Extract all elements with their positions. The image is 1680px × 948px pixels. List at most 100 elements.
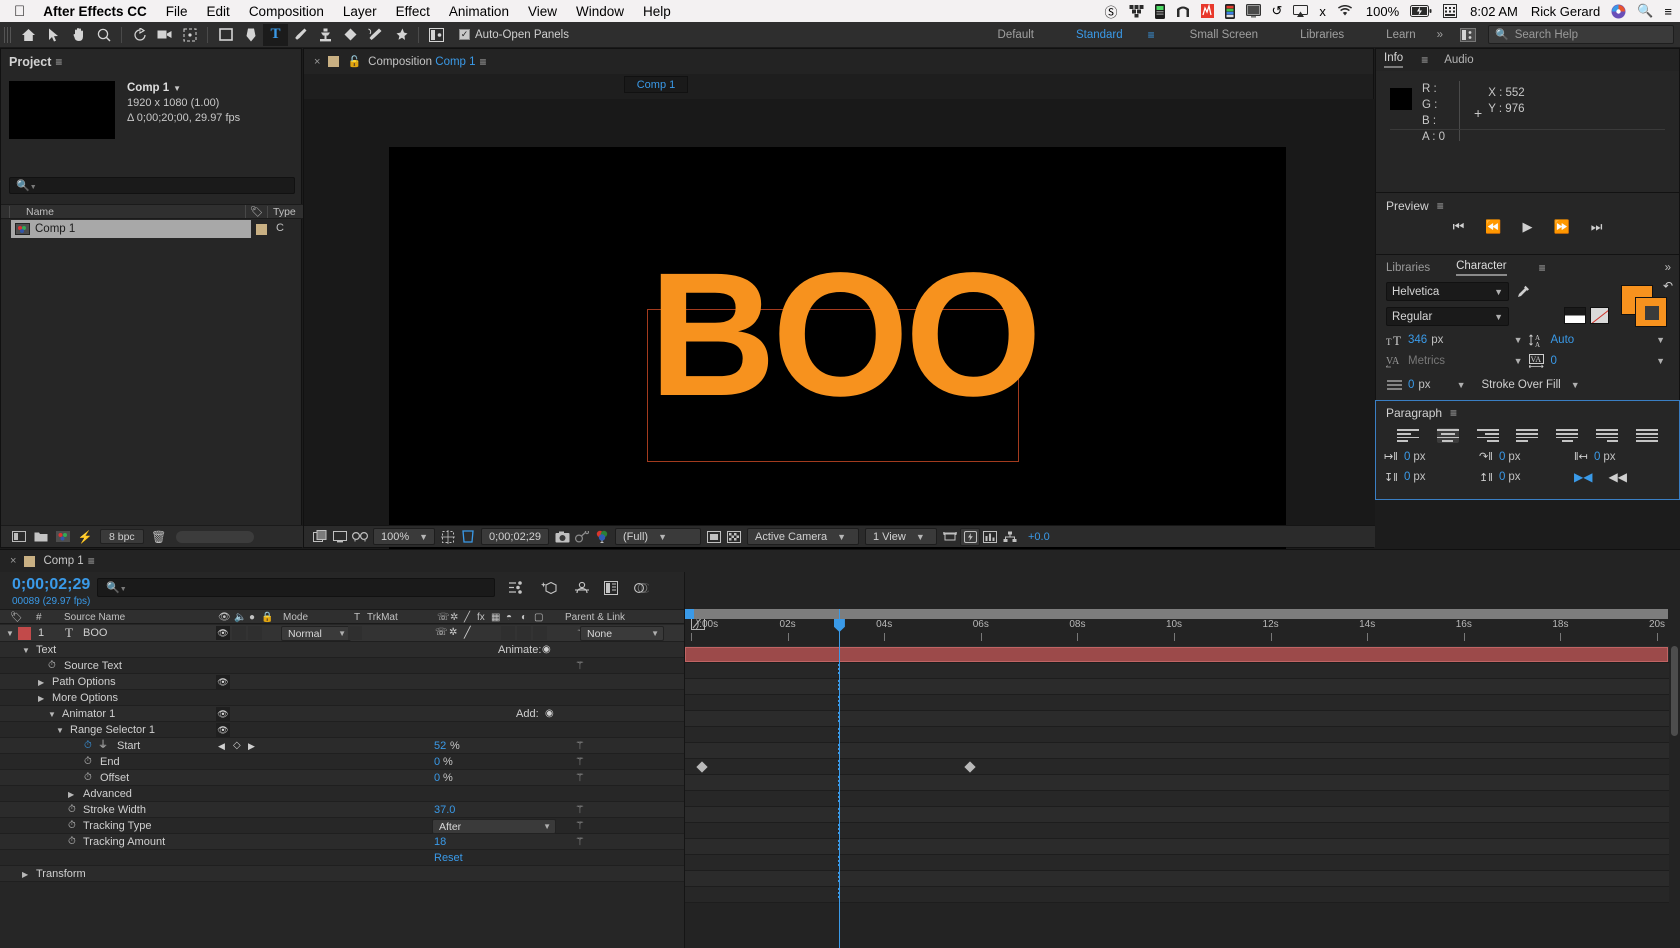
- motion-blur-icon[interactable]: [630, 578, 652, 597]
- keyframe-row[interactable]: [685, 695, 1680, 711]
- first-frame-button[interactable]: ⏮: [1453, 219, 1465, 235]
- keyframe-row[interactable]: [685, 679, 1680, 695]
- keyframe-row[interactable]: [685, 759, 1680, 775]
- space-before-control[interactable]: ↧‖ 0 px: [1384, 470, 1479, 484]
- workspace-small-screen[interactable]: Small Screen: [1190, 29, 1258, 41]
- panel-overflow-icon[interactable]: »: [1665, 262, 1671, 274]
- expression-pickwhip-icon[interactable]: ⚚: [575, 834, 585, 850]
- project-settings-icon[interactable]: ⚡: [74, 528, 96, 546]
- keyframe-row[interactable]: [685, 887, 1680, 903]
- close-icon[interactable]: ×: [314, 56, 320, 68]
- clone-stamp-tool-icon[interactable]: [313, 24, 338, 46]
- tracking-amount-stopwatch-icon[interactable]: ⏱: [68, 834, 76, 850]
- menu-layer[interactable]: Layer: [343, 4, 377, 19]
- transparency-grid-icon[interactable]: [724, 528, 744, 546]
- brush-tool-icon[interactable]: [288, 24, 313, 46]
- property-row-transform[interactable]: ▶ Transform: [0, 866, 684, 882]
- chevron-down-icon[interactable]: ▼: [1514, 356, 1523, 366]
- selection-tool-icon[interactable]: [41, 24, 66, 46]
- menu-animation[interactable]: Animation: [449, 4, 509, 19]
- layer-parent-select[interactable]: None ▼: [580, 626, 664, 641]
- last-frame-button[interactable]: ⏭: [1591, 219, 1603, 235]
- keyframe-row[interactable]: [685, 727, 1680, 743]
- keyframe-toggle-button[interactable]: ◇: [233, 738, 241, 754]
- keyframe-row[interactable]: [685, 839, 1680, 855]
- menu-view[interactable]: View: [528, 4, 557, 19]
- timeline-current-time[interactable]: 0;00;02;29: [12, 576, 90, 594]
- composition-mini-flowchart-icon[interactable]: [505, 578, 527, 597]
- home-icon[interactable]: [16, 24, 41, 46]
- menu-file[interactable]: File: [166, 4, 188, 19]
- keyframe-row[interactable]: [685, 711, 1680, 727]
- keyboard-icon[interactable]: [1443, 4, 1458, 18]
- chevron-down-icon[interactable]: ▼: [1656, 356, 1665, 366]
- indent-right-control[interactable]: ‖↤ 0 px: [1574, 450, 1669, 464]
- interpret-footage-icon[interactable]: [8, 528, 30, 546]
- dropbox-icon[interactable]: [1129, 4, 1144, 18]
- stroke-color-swatch[interactable]: [1635, 297, 1667, 327]
- timeline-graph-icon[interactable]: [980, 528, 1000, 546]
- keyframe-row[interactable]: [685, 791, 1680, 807]
- scrollbar-thumb[interactable]: [1671, 646, 1678, 736]
- battery-monitor-icon[interactable]: [1154, 3, 1165, 19]
- toolbar-grip[interactable]: [4, 26, 12, 43]
- project-search-input[interactable]: 🔍▼: [9, 177, 295, 194]
- property-row-offset[interactable]: ⏱ Offset 0 % ⚚: [0, 770, 684, 786]
- expression-pickwhip-icon[interactable]: ⚚: [575, 658, 585, 674]
- rtl-direction-icon[interactable]: ◀◀: [1608, 470, 1626, 484]
- work-area-start-handle[interactable]: [685, 609, 694, 619]
- search-help-field[interactable]: 🔍 Search Help: [1488, 25, 1674, 44]
- rotation-tool-icon[interactable]: [127, 24, 152, 46]
- shape-tool-icon[interactable]: [213, 24, 238, 46]
- project-col-tag-icon[interactable]: 🏷: [245, 205, 267, 218]
- stroke-width-stopwatch-icon[interactable]: ⏱: [68, 802, 76, 818]
- project-col-name[interactable]: Name: [9, 205, 245, 218]
- layer-motion-blur-toggle[interactable]: [517, 626, 531, 640]
- animator-twirl-icon[interactable]: ▼: [48, 706, 56, 723]
- expression-pickwhip-icon[interactable]: ⚚: [575, 818, 585, 834]
- type-tool-icon[interactable]: T: [263, 23, 288, 46]
- layer-adjustment-toggle[interactable]: [533, 626, 547, 640]
- stroke-order-select[interactable]: Stroke Over Fill ▼: [1481, 376, 1580, 394]
- expression-pickwhip-icon[interactable]: ⚚: [575, 754, 585, 770]
- col-tag-icon[interactable]: 🏷: [10, 612, 23, 623]
- menu-edit[interactable]: Edit: [207, 4, 230, 19]
- stroke-width-value[interactable]: 37.0: [434, 802, 455, 818]
- current-time-field[interactable]: 0;00;02;29: [481, 528, 549, 545]
- layer-twirl-icon[interactable]: ▼: [6, 625, 14, 642]
- tab-character[interactable]: Character: [1456, 260, 1507, 276]
- layer-mode-select[interactable]: Normal ▼: [281, 626, 351, 641]
- delete-icon[interactable]: 🗑: [148, 528, 170, 546]
- animate-add-button[interactable]: ◉: [542, 642, 551, 658]
- puppet-pin-tool-icon[interactable]: [388, 24, 413, 46]
- main-view-icon[interactable]: [330, 528, 350, 546]
- zoom-level-select[interactable]: 100% ▼: [373, 528, 435, 545]
- previous-frame-button[interactable]: ⏪: [1485, 219, 1501, 235]
- justify-all-button[interactable]: [1635, 428, 1658, 443]
- text-direction-controls[interactable]: ▶◀ ◀◀: [1574, 470, 1669, 484]
- display-icon[interactable]: [1245, 4, 1261, 18]
- project-panel-menu-icon[interactable]: ≡: [55, 55, 62, 69]
- layer-solo-toggle[interactable]: [248, 626, 262, 640]
- composition-subtab[interactable]: Comp 1: [624, 76, 688, 93]
- eraser-tool-icon[interactable]: [338, 24, 363, 46]
- col-mode[interactable]: Mode: [283, 612, 308, 623]
- timeline-vertical-scrollbar[interactable]: [1669, 646, 1680, 934]
- channel-rgb-icon[interactable]: [592, 528, 612, 546]
- composition-flowchart-icon[interactable]: [1000, 528, 1020, 546]
- workspace-toggle-icon[interactable]: [424, 24, 449, 46]
- keyframe-row[interactable]: [685, 743, 1680, 759]
- source-text-stopwatch-icon[interactable]: ⏱: [48, 658, 56, 674]
- layer-shy-toggle[interactable]: ☏: [435, 625, 448, 641]
- offset-value[interactable]: 0: [434, 770, 440, 786]
- bit-depth-button[interactable]: 8 bpc: [100, 529, 144, 544]
- color-meter-icon[interactable]: [1224, 3, 1235, 19]
- pan-behind-tool-icon[interactable]: [177, 24, 202, 46]
- hide-shy-layers-icon[interactable]: [571, 578, 593, 597]
- workspace-overflow-icon[interactable]: »: [1437, 29, 1443, 41]
- region-of-interest-icon[interactable]: [458, 528, 478, 546]
- project-col-type[interactable]: Type: [267, 205, 303, 218]
- auto-open-panels-checkbox[interactable]: ✓ Auto-Open Panels: [459, 29, 569, 41]
- layer-quality-toggle[interactable]: ╱: [464, 625, 471, 641]
- battery-icon[interactable]: [1410, 5, 1432, 17]
